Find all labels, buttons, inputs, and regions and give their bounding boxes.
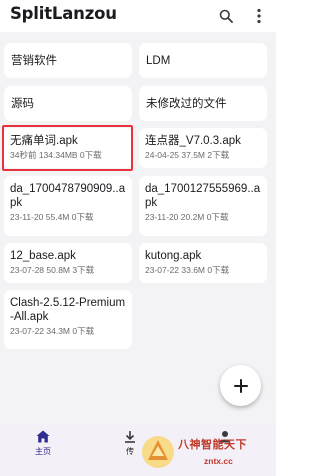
file-meta: 23-07-22 33.6M 0下载	[145, 265, 230, 275]
person-icon	[219, 431, 231, 443]
file-meta: 34秒前 134.34MB 0下载	[10, 150, 102, 160]
search-icon[interactable]	[215, 5, 237, 27]
folder-card[interactable]: LDM	[139, 43, 267, 78]
nav-label: 主页	[35, 447, 51, 456]
file-meta: 23-07-28 50.8M 3下载	[10, 265, 95, 275]
folder-card[interactable]: 源码	[4, 86, 132, 121]
app-bar: SplitLanzou	[0, 0, 276, 32]
folder-card[interactable]: 营销软件	[4, 43, 132, 78]
folder-name: 未修改过的文件	[146, 97, 227, 110]
file-name: da_1700478790909..apk	[10, 183, 126, 209]
app-title: SplitLanzou	[10, 4, 117, 23]
nav-item-transfer[interactable]: 传	[100, 430, 160, 470]
file-name: Clash-2.5.12-Premium-All.apk	[10, 297, 126, 323]
file-meta: 23-11-20 55.4M 0下载	[10, 212, 94, 222]
file-card[interactable]: 连点器_V7.0.3.apk 24-04-25 37.5M 2下载	[139, 128, 267, 168]
file-card[interactable]: 无痛单词.apk 34秒前 134.34MB 0下载	[4, 128, 132, 168]
file-card[interactable]: Clash-2.5.12-Premium-All.apk 23-07-22 34…	[4, 290, 132, 349]
file-meta: 23-07-22 34.3M 0下载	[10, 326, 95, 336]
file-name: da_1700127555969..apk	[145, 183, 261, 209]
file-name: 连点器_V7.0.3.apk	[145, 135, 241, 147]
file-card[interactable]: da_1700478790909..apk 23-11-20 55.4M 0下载	[4, 176, 132, 236]
file-card[interactable]: da_1700127555969..apk 23-11-20 20.2M 0下载	[139, 176, 267, 236]
file-name: kutong.apk	[145, 250, 202, 262]
nav-item-home[interactable]: 主页	[13, 430, 73, 470]
add-button[interactable]	[220, 365, 261, 406]
transfer-icon	[125, 431, 135, 443]
file-card[interactable]: 12_base.apk 23-07-28 50.8M 3下载	[4, 243, 132, 283]
folder-card[interactable]: 未修改过的文件	[139, 86, 267, 121]
folder-name: LDM	[146, 54, 171, 67]
file-name: 12_base.apk	[10, 250, 76, 262]
nav-item-profile[interactable]	[195, 430, 255, 470]
bottom-navigation: 主页 传	[0, 424, 276, 476]
file-meta: 23-11-20 20.2M 0下载	[145, 212, 229, 222]
plus-icon	[233, 378, 248, 393]
more-vert-icon[interactable]	[248, 5, 270, 27]
home-icon	[36, 430, 50, 443]
file-name: 无痛单词.apk	[10, 135, 78, 147]
folder-name: 营销软件	[11, 54, 57, 67]
folder-name: 源码	[11, 97, 34, 110]
file-card[interactable]: kutong.apk 23-07-22 33.6M 0下载	[139, 243, 267, 283]
file-meta: 24-04-25 37.5M 2下载	[145, 150, 230, 160]
nav-label: 传	[126, 447, 134, 456]
